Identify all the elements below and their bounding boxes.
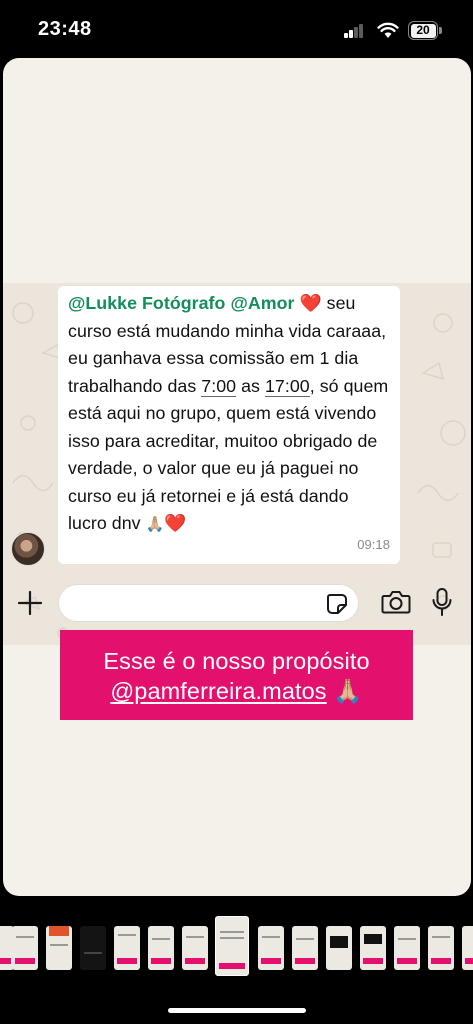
message-bubble[interactable]: @Lukke Fotógrafo @Amor ❤️ seu curso está… <box>58 286 400 564</box>
story-thumbnail[interactable] <box>182 926 208 970</box>
story-card[interactable]: @Lukke Fotógrafo @Amor ❤️ seu curso está… <box>3 58 471 896</box>
story-thumbnail[interactable] <box>326 926 352 970</box>
sticker-icon[interactable] <box>326 593 348 615</box>
message-timestamp: 09:18 <box>357 536 390 552</box>
story-thumbnail[interactable] <box>46 926 72 970</box>
avatar[interactable] <box>11 532 45 566</box>
story-thumbnail-strip <box>0 912 473 982</box>
message-text-2: as <box>236 375 265 396</box>
signal-icon <box>344 24 364 38</box>
status-time: 23:48 <box>38 18 92 40</box>
wifi-icon <box>377 22 399 38</box>
time-link-end[interactable]: 17:00 <box>264 375 310 397</box>
battery-tip <box>439 27 442 34</box>
heart-emoji-end: ❤️ <box>164 513 187 533</box>
story-thumbnail[interactable] <box>114 926 140 970</box>
home-indicator[interactable] <box>168 1008 306 1013</box>
story-thumbnail[interactable] <box>80 926 106 970</box>
mic-icon[interactable] <box>431 587 453 617</box>
plus-icon[interactable] <box>17 590 43 616</box>
story-caption: Esse é o nosso propósito @pamferreira.ma… <box>60 630 413 720</box>
praying-hands-emoji: 🙏🏼 <box>145 516 165 533</box>
mention-lukke[interactable]: @Lukke Fotógrafo <box>68 293 225 313</box>
story-thumbnail[interactable] <box>258 926 284 970</box>
story-thumbnail[interactable] <box>462 926 473 970</box>
message-composer <box>3 578 471 628</box>
caption-handle-line: @pamferreira.matos 🙏🏼 <box>60 676 413 706</box>
caption-text: Esse é o nosso propósito <box>103 648 370 674</box>
story-thumbnail[interactable] <box>360 926 386 970</box>
camera-icon[interactable] <box>381 589 411 615</box>
caption-handle[interactable]: @pamferreira.matos <box>110 678 326 704</box>
battery-icon: 20 <box>408 21 438 40</box>
mention-amor[interactable]: @Amor <box>230 293 294 313</box>
story-thumbnail[interactable] <box>428 926 454 970</box>
caption-emoji: 🙏🏼 <box>333 678 363 704</box>
story-thumbnail[interactable] <box>292 926 318 970</box>
story-thumbnail[interactable] <box>12 926 38 970</box>
story-thumbnail[interactable] <box>148 926 174 970</box>
status-bar: 23:48 20 <box>0 0 473 58</box>
message-input[interactable] <box>58 584 359 622</box>
message-text-3: , só quem está aqui no grupo, quem está … <box>68 375 389 534</box>
heart-emoji: ❤️ <box>299 293 322 313</box>
battery-level: 20 <box>410 23 436 38</box>
time-link-start[interactable]: 7:00 <box>201 375 237 397</box>
story-thumbnail-active[interactable] <box>215 916 249 976</box>
story-thumbnail[interactable] <box>394 926 420 970</box>
